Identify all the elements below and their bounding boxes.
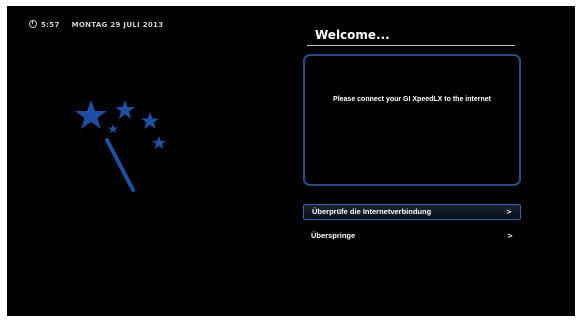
menu-item-label: Überprüfe die Internetverbindung (312, 207, 432, 216)
status-time: 5:57 (41, 21, 60, 29)
message-text: Please connect your GI XpeedLX to the in… (333, 96, 491, 103)
clock-icon (29, 20, 37, 28)
star-icon (75, 100, 107, 129)
chevron-right-icon: > (507, 232, 513, 240)
star-icon (141, 112, 159, 129)
status-date: MONTAG 29 JULI 2013 (71, 21, 164, 29)
tv-screen: 5:57 MONTAG 29 JULI 2013 Welcome... Pleas… (7, 6, 575, 316)
chevron-right-icon: > (506, 208, 512, 216)
status-bar: 5:57 MONTAG 29 JULI 2013 (29, 20, 163, 32)
title-divider (307, 45, 515, 46)
menu-item-label: Überspringe (311, 231, 356, 240)
star-icon (152, 136, 166, 149)
magic-wand-icon (75, 100, 166, 192)
message-panel: Please connect your GI XpeedLX to the in… (303, 54, 521, 186)
wizard-menu: Überprüfe die Internetverbindung > Übers… (303, 204, 521, 252)
menu-item-skip[interactable]: Überspringe > (303, 228, 521, 244)
page-title: Welcome... (315, 28, 390, 42)
star-icon (115, 100, 135, 119)
star-icon (108, 124, 118, 133)
menu-item-check-connection[interactable]: Überprüfe die Internetverbindung > (303, 204, 521, 220)
